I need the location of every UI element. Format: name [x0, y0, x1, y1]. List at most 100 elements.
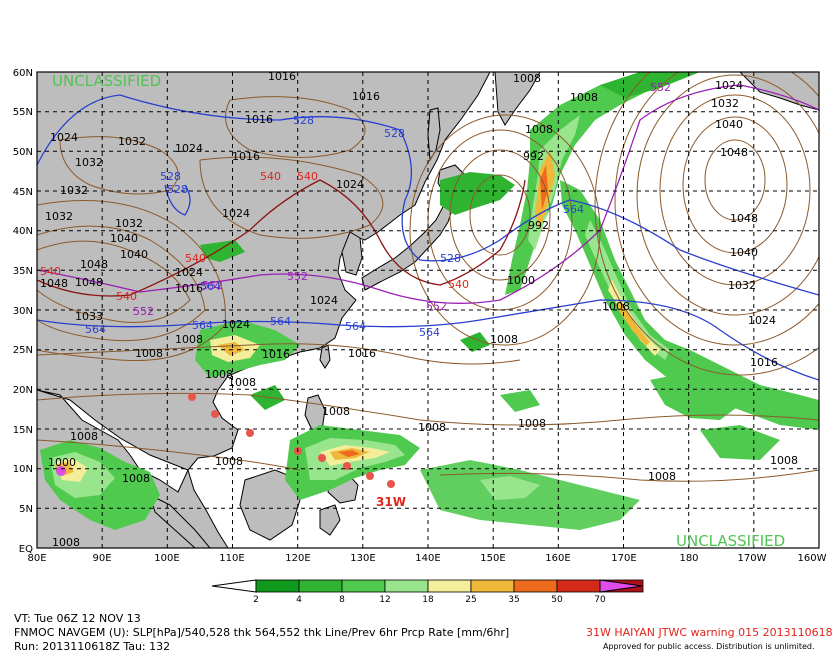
approval-note: Approved for public access. Distribution… [603, 642, 815, 651]
isobar-label: 1024 [175, 266, 203, 279]
thickness-label: 540 [116, 290, 137, 303]
isobar-label: 1008 [418, 421, 446, 434]
isobar-label: 1032 [60, 184, 88, 197]
colorbar-cell [470, 579, 515, 593]
thickness-label: 540 [297, 170, 318, 183]
lon-label: 160W [798, 553, 827, 564]
thickness-label: 564 [345, 320, 366, 333]
thickness-label: 540 [260, 170, 281, 183]
lat-label: 40N [13, 226, 33, 237]
isobar-label: 1032 [118, 135, 146, 148]
isobar-label: 1008 [525, 123, 553, 136]
colorbar-tick-label: 4 [296, 595, 302, 605]
lat-label: 45N [13, 187, 33, 198]
isobar-label: 1008 [648, 470, 676, 483]
lat-label: 5N [19, 504, 33, 515]
lon-label: 80E [27, 553, 46, 564]
isobar-label: 1008 [122, 472, 150, 485]
colorbar-tick-label: 8 [339, 595, 345, 605]
isobar-label: 1016 [352, 90, 380, 103]
run-info: Run: 2013110618Z Tau: 132 [14, 640, 171, 653]
isobar-label: 1032 [711, 97, 739, 110]
thickness-label: 540 [40, 265, 61, 278]
isobar-label: 1040 [120, 248, 148, 261]
thickness-label: 564 [419, 326, 440, 339]
thickness-label: 552 [650, 81, 671, 94]
isobar-label: 1008 [770, 454, 798, 467]
thickness-label: 564 [192, 319, 213, 332]
isobar-label: 1048 [75, 276, 103, 289]
isobar-label: 1016 [348, 347, 376, 360]
isobar-label: 1008 [322, 405, 350, 418]
isobar-label: 1016 [175, 282, 203, 295]
lat-label: 10N [13, 464, 33, 475]
isobar-label: 1000 [507, 274, 535, 287]
colorbar-tick-label: 25 [465, 595, 476, 605]
isobar-label: 1024 [748, 314, 776, 327]
thickness-label: 540 [448, 278, 469, 291]
latitude-labels: 60N 55N 50N 45N 40N 35N 30N 25N 20N 15N … [13, 68, 33, 555]
isobar-label: 1024 [222, 318, 250, 331]
thickness-label: 540 [185, 252, 206, 265]
lat-label: 60N [13, 68, 33, 79]
valid-time: VT: Tue 06Z 12 NOV 13 [14, 612, 141, 625]
thickness-label: 564 [563, 203, 584, 216]
isobar-label: 1016 [262, 348, 290, 361]
isobar-label: 1008 [602, 300, 630, 313]
lat-label: 25N [13, 345, 33, 356]
lon-label: 110E [219, 553, 244, 564]
isobar-label: 1008 [135, 347, 163, 360]
isobar-label: 1040 [110, 232, 138, 245]
classification-label-bottom: UNCLASSIFIED [676, 532, 785, 550]
lon-label: 160E [545, 553, 570, 564]
thickness-label: 552 [426, 300, 447, 313]
isobar-label: 1048 [80, 258, 108, 271]
isobar-label: 992 [528, 219, 549, 232]
isobar-label: 1024 [175, 142, 203, 155]
lon-label: 130E [350, 553, 375, 564]
thickness-label: 528 [440, 252, 461, 265]
lon-label: 180 [679, 553, 698, 564]
thickness-label: 528 [160, 170, 181, 183]
precip-colorbar: 2 4 8 12 18 25 35 50 70 [211, 579, 644, 605]
isobar-label: 1032 [45, 210, 73, 223]
colorbar-tick-label: 2 [253, 595, 259, 605]
isobar-label: 1008 [228, 376, 256, 389]
storm-label: 31W [376, 495, 406, 509]
thickness-label: 552 [202, 279, 223, 292]
isobar-label: 1032 [75, 156, 103, 169]
isobar-label: 1033 [75, 310, 103, 323]
model-description: FNMOC NAVGEM (U): SLP[hPa]/540,528 thk 5… [14, 626, 510, 639]
colorbar-tick-label: 12 [379, 595, 390, 605]
isobar-label: 1048 [730, 212, 758, 225]
colorbar-cell [298, 579, 343, 593]
lon-label: 170E [611, 553, 636, 564]
lon-label: 150E [480, 553, 505, 564]
colorbar-tick-label: 18 [422, 595, 434, 605]
lon-label: 100E [154, 553, 179, 564]
isobar-label: 1024 [222, 207, 250, 220]
lon-label: 140E [415, 553, 440, 564]
isobar-label: 1024 [336, 178, 364, 191]
isobar-label: 1008 [518, 417, 546, 430]
lon-label: 120E [285, 553, 310, 564]
isobar-label: 1008 [570, 91, 598, 104]
thickness-label: 552 [133, 305, 154, 318]
lat-label: 50N [13, 147, 33, 158]
lat-label: 15N [13, 425, 33, 436]
isobar-label: 1000 [48, 456, 76, 469]
thickness-label: 528 [293, 114, 314, 127]
lon-label: 170W [738, 553, 767, 564]
lat-label: 30N [13, 306, 33, 317]
isobar-label: 1016 [268, 70, 296, 83]
thickness-label: 528 [384, 127, 405, 140]
thickness-label: 564 [85, 323, 106, 336]
colorbar-cell [255, 579, 300, 593]
lat-label: 20N [13, 385, 33, 396]
isobar-label: 1048 [40, 277, 68, 290]
lon-label: 90E [92, 553, 111, 564]
isobar-label: 1016 [232, 150, 260, 163]
isobar-label: 1016 [750, 356, 778, 369]
colorbar-tick-label: 70 [594, 595, 606, 605]
colorbar-cell [556, 579, 601, 593]
